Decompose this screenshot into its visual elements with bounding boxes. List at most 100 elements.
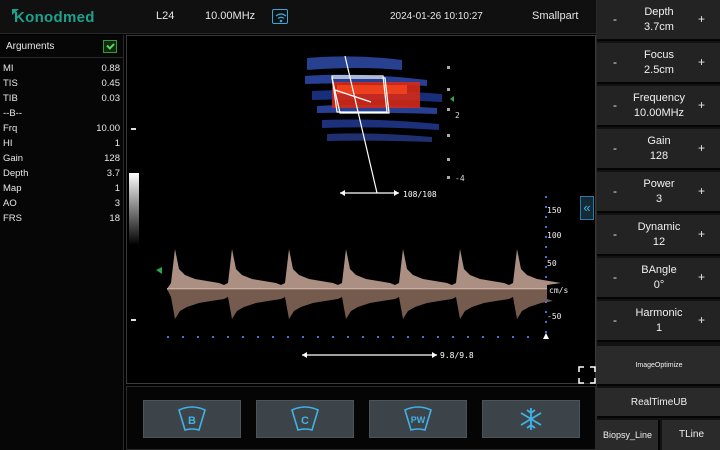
parameter-panel: - Depth 3.7cm + - Focus 2.5cm + - Freque… xyxy=(596,0,720,450)
date-time: 2024-01-26 10:10:27 xyxy=(390,11,483,22)
image-optimize-button[interactable]: ImageOptimize xyxy=(597,346,720,386)
arg-value: 18 xyxy=(109,213,120,224)
arg-value: 1 xyxy=(114,138,120,149)
depth-marker-top xyxy=(131,128,136,130)
arg-label: --B-- xyxy=(3,108,22,119)
focus-increase-button[interactable]: + xyxy=(698,55,705,69)
depth-marker-bottom xyxy=(131,319,136,321)
gate-readout: 108/108 xyxy=(403,190,437,199)
arg-value: 0.88 xyxy=(101,63,121,74)
dynamic-increase-button[interactable]: + xyxy=(698,227,705,241)
freeze-button[interactable] xyxy=(482,400,580,438)
arg-label: FRS xyxy=(3,213,22,224)
arg-row-mi: MI 0.88 xyxy=(0,61,123,76)
doppler-time-axis xyxy=(167,336,529,338)
spectrum-forward-flow xyxy=(167,249,561,289)
power-increase-button[interactable]: + xyxy=(698,184,705,198)
arg-value: 0.03 xyxy=(101,93,121,104)
arguments-header: Arguments xyxy=(0,35,123,58)
frequency-increase-button[interactable]: + xyxy=(698,98,705,112)
gain-increase-button[interactable]: + xyxy=(698,141,705,155)
arg-label: Map xyxy=(3,183,22,194)
bangle-increase-button[interactable]: + xyxy=(698,270,705,284)
param-bangle: - BAngle 0° + xyxy=(597,258,720,299)
velocity-tick-100: 100 xyxy=(547,231,562,240)
velocity-tick-50: 50 xyxy=(547,259,557,268)
color-mode-button[interactable]: C xyxy=(256,400,354,438)
exam-preset[interactable]: Smallpart xyxy=(532,10,578,22)
brand-logo: Konodmed xyxy=(14,9,95,26)
color-mode-icon: C xyxy=(282,406,328,432)
depth-increase-button[interactable]: + xyxy=(698,12,705,26)
tline-button[interactable]: TLine xyxy=(662,420,720,450)
arg-row-frq: Frq 10.00 xyxy=(0,121,123,136)
pw-mode-button[interactable]: PW xyxy=(369,400,467,438)
arg-label: AO xyxy=(3,198,17,209)
svg-text:C: C xyxy=(301,415,309,427)
arguments-title: Arguments xyxy=(6,41,55,52)
arguments-list: MI 0.88 TIS 0.45 TIB 0.03 --B-- Frq 10.00 HI… xyxy=(0,58,123,226)
freeze-snowflake-icon xyxy=(508,406,554,432)
arg-row-tis: TIS 0.45 xyxy=(0,76,123,91)
spectrum-reverse-flow xyxy=(167,289,553,319)
grayscale-bar xyxy=(129,173,139,245)
arg-label: Depth xyxy=(3,168,29,179)
mode-button-bar: B C PW xyxy=(126,386,596,450)
arg-value: 3 xyxy=(114,198,120,209)
baseline-readout: 9.8/9.8 xyxy=(440,351,474,360)
arg-value: 128 xyxy=(104,153,120,164)
arg-row-depth: Depth 3.7 xyxy=(0,166,123,181)
velocity-tick-150: 150 xyxy=(547,206,562,215)
arg-value: 0.45 xyxy=(101,78,121,89)
arg-label: TIB xyxy=(3,93,18,104)
wifi-icon xyxy=(272,9,288,24)
param-depth: - Depth 3.7cm + xyxy=(597,0,720,41)
b-mode-icon: B xyxy=(169,406,215,432)
arg-label: HI xyxy=(3,138,13,149)
frequency-readout: 10.00MHz xyxy=(205,10,256,22)
arg-value: 1 xyxy=(114,183,120,194)
fullscreen-icon[interactable] xyxy=(578,366,596,384)
arg-label: Gain xyxy=(3,153,24,164)
param-focus: - Focus 2.5cm + xyxy=(597,43,720,84)
param-dynamic: - Dynamic 12 + xyxy=(597,215,720,256)
arg-row-frs: FRS 18 xyxy=(0,211,123,226)
pw-mode-icon: PW xyxy=(395,406,441,432)
arg-section-b: --B-- xyxy=(0,106,123,121)
arg-label: TIS xyxy=(3,78,18,89)
harmonic-increase-button[interactable]: + xyxy=(698,313,705,327)
arguments-collapse-checkbox-icon[interactable] xyxy=(103,40,117,53)
color-scale-bottom: -4 xyxy=(455,174,465,183)
arg-row-hi: HI 1 xyxy=(0,136,123,151)
param-frequency: - Frequency 10.00MHz + xyxy=(597,86,720,127)
arg-row-tib: TIB 0.03 xyxy=(0,91,123,106)
arg-row-gain: Gain 128 xyxy=(0,151,123,166)
collapse-panel-handle-icon[interactable]: « xyxy=(580,196,594,220)
arguments-panel: Arguments MI 0.88 TIS 0.45 TIB 0.03 --B-- F… xyxy=(0,35,124,450)
top-status-bar: Konodmed L24 10.00MHz 2024-01-26 10:10:2… xyxy=(0,0,596,34)
doppler-spectrum xyxy=(156,249,561,319)
param-power: - Power 3 + xyxy=(597,172,720,213)
arg-row-map: Map 1 xyxy=(0,181,123,196)
arg-value: 10.00 xyxy=(96,123,120,134)
arg-value: 3.7 xyxy=(106,168,120,179)
param-harmonic: - Harmonic 1 + xyxy=(597,301,720,342)
velocity-tick-neg50: -50 xyxy=(547,312,562,321)
arg-row-ao: AO 3 xyxy=(0,196,123,211)
ultrasound-image: 2 -4 108/108 150 100 50 cm/s -50 9.8/9.8 xyxy=(129,55,568,360)
svg-text:PW: PW xyxy=(411,415,426,425)
param-gain: - Gain 128 + xyxy=(597,129,720,170)
biopsy-line-button[interactable]: Biopsy_Line xyxy=(597,420,660,450)
probe-name: L24 xyxy=(156,10,175,22)
b-mode-button[interactable]: B xyxy=(143,400,241,438)
arg-label: Frq xyxy=(3,123,18,134)
color-scale-top: 2 xyxy=(455,111,460,120)
b-mode-tissue xyxy=(305,56,450,179)
arg-label: MI xyxy=(3,63,14,74)
spectrum-baseline-marker-icon xyxy=(156,267,162,274)
color-scale-marker-icon xyxy=(450,96,454,102)
ultrasound-image-area[interactable]: 2 -4 108/108 150 100 50 cm/s -50 9.8/9.8 xyxy=(126,35,596,384)
svg-text:B: B xyxy=(188,415,196,427)
velocity-unit: cm/s xyxy=(549,286,568,295)
realtime-ub-button[interactable]: RealTimeUB xyxy=(597,388,720,418)
